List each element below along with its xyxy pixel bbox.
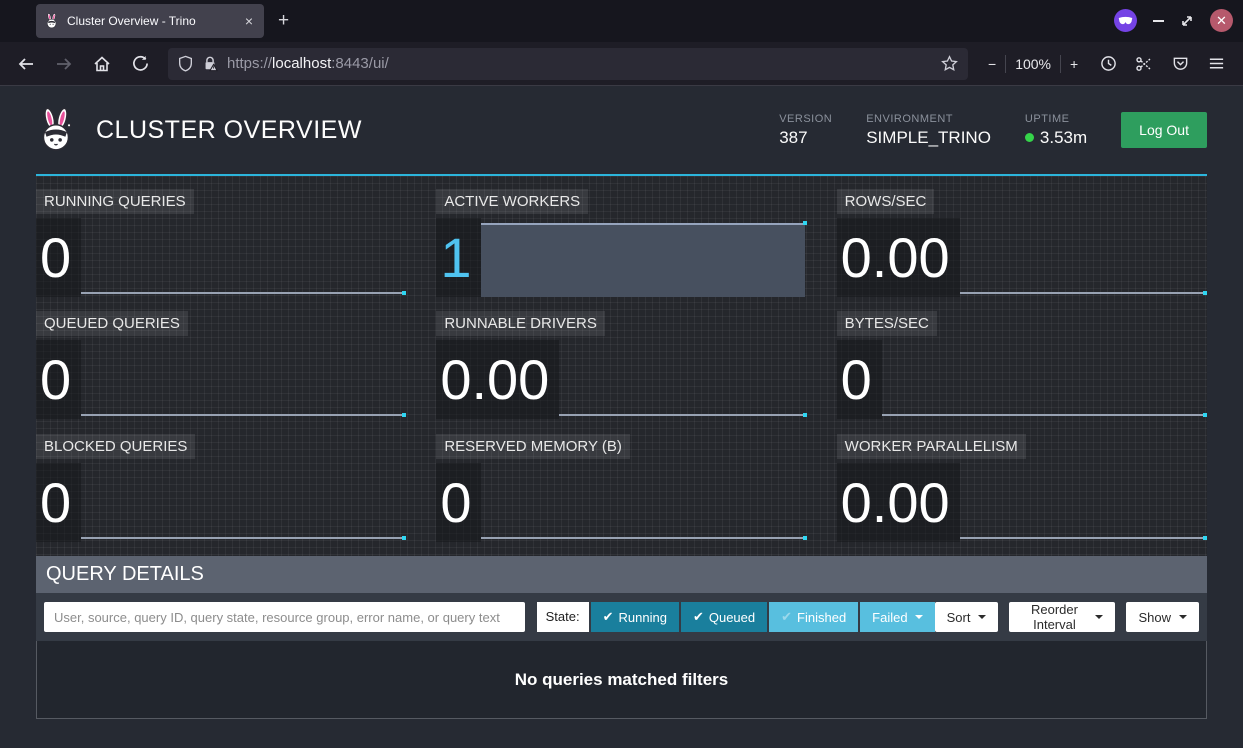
state-filter-running[interactable]: ✔ Running	[591, 602, 679, 632]
logout-button[interactable]: Log Out	[1121, 112, 1207, 148]
check-icon: ✔	[781, 609, 792, 625]
history-clock-icon[interactable]	[1092, 48, 1124, 80]
sparkline-active-workers	[481, 218, 806, 297]
check-icon: ✔	[603, 609, 614, 625]
version-label: VERSION	[779, 113, 832, 125]
tab-title: Cluster Overview - Trino	[67, 14, 242, 28]
stat-worker-parallelism: WORKER PARALLELISM 0.00	[837, 434, 1207, 542]
forward-icon[interactable]	[48, 48, 80, 80]
query-details-section: QUERY DETAILS State: ✔ Running ✔ Queued …	[36, 556, 1207, 719]
query-toolbar: State: ✔ Running ✔ Queued ✔ Finished Fai…	[36, 593, 1207, 641]
sparkline-blocked-queries	[81, 463, 406, 542]
state-filter-group: State: ✔ Running ✔ Queued ✔ Finished Fai…	[537, 602, 935, 632]
uptime-label: UPTIME	[1025, 113, 1087, 125]
caret-down-icon	[1095, 615, 1103, 619]
check-icon: ✔	[693, 609, 704, 625]
stat-running-queries: RUNNING QUERIES 0	[36, 189, 406, 297]
shield-icon[interactable]	[178, 55, 193, 72]
reorder-interval-dropdown[interactable]: Reorder Interval	[1009, 602, 1115, 632]
browser-navbar: https://localhost:8443/ui/ − 100% +	[0, 42, 1243, 86]
sparkline-bytes-per-sec	[882, 340, 1207, 419]
sparkline-running-queries	[81, 218, 406, 297]
stat-reserved-memory: RESERVED MEMORY (B) 0	[436, 434, 806, 542]
caret-down-icon	[1179, 615, 1187, 619]
query-search-input[interactable]	[44, 602, 525, 632]
caret-down-icon	[915, 615, 923, 619]
caret-down-icon	[978, 615, 986, 619]
sparkline-reserved-memory	[481, 463, 806, 542]
state-filter-queued[interactable]: ✔ Queued	[681, 602, 767, 632]
stat-queued-queries: QUEUED QUERIES 0	[36, 311, 406, 419]
minimize-button[interactable]	[1153, 20, 1164, 22]
url-bar[interactable]: https://localhost:8443/ui/	[168, 48, 968, 80]
lock-warning-icon[interactable]	[202, 55, 218, 72]
close-window-button[interactable]: ✕	[1210, 9, 1233, 32]
private-browsing-icon	[1114, 9, 1137, 32]
trino-cluster-overview-page: CLUSTER OVERVIEW VERSION 387 ENVIRONMENT…	[0, 86, 1243, 748]
stat-bytes-per-sec: BYTES/SEC 0	[837, 311, 1207, 419]
version-value: 387	[779, 128, 832, 148]
reload-icon[interactable]	[124, 48, 156, 80]
sparkline-runnable-drivers	[559, 340, 806, 419]
new-tab-button[interactable]: +	[278, 10, 289, 32]
screenshot-scissors-icon[interactable]	[1128, 48, 1160, 80]
restore-button[interactable]	[1180, 14, 1194, 28]
environment-label: ENVIRONMENT	[866, 113, 991, 125]
tab-close-icon[interactable]: ×	[242, 13, 256, 29]
sparkline-rows-per-sec	[960, 218, 1207, 297]
uptime-value: 3.53m	[1025, 128, 1087, 148]
state-filter-failed-dropdown[interactable]: Failed	[860, 602, 934, 632]
stat-rows-per-sec: ROWS/SEC 0.00	[837, 189, 1207, 297]
browser-tab[interactable]: Cluster Overview - Trino ×	[36, 4, 264, 38]
stat-active-workers: ACTIVE WORKERS 1	[436, 189, 806, 297]
show-dropdown[interactable]: Show	[1126, 602, 1199, 632]
empty-queries-message: No queries matched filters	[515, 670, 729, 690]
uptime-status-dot	[1025, 133, 1034, 142]
zoom-level[interactable]: 100%	[1015, 56, 1051, 72]
state-filter-label: State:	[537, 602, 589, 632]
sparkline-worker-parallelism	[960, 463, 1207, 542]
environment-value: SIMPLE_TRINO	[866, 128, 991, 148]
browser-tabstrip: Cluster Overview - Trino × + ✕	[0, 0, 1243, 42]
query-list-area: No queries matched filters	[36, 641, 1207, 719]
zoom-in-button[interactable]: +	[1070, 56, 1078, 72]
home-icon[interactable]	[86, 48, 118, 80]
bookmark-star-icon[interactable]	[941, 55, 958, 72]
back-icon[interactable]	[10, 48, 42, 80]
sparkline-queued-queries	[81, 340, 406, 419]
state-filter-finished[interactable]: ✔ Finished	[769, 602, 858, 632]
stat-blocked-queries: BLOCKED QUERIES 0	[36, 434, 406, 542]
active-workers-link[interactable]: 1	[436, 218, 481, 297]
query-details-title: QUERY DETAILS	[46, 563, 204, 586]
zoom-out-button[interactable]: −	[988, 56, 996, 72]
trino-favicon	[44, 13, 60, 29]
menu-hamburger-icon[interactable]	[1200, 48, 1232, 80]
page-title: CLUSTER OVERVIEW	[96, 116, 362, 145]
pocket-icon[interactable]	[1164, 48, 1196, 80]
trino-bunny-logo	[36, 107, 78, 153]
url-text: https://localhost:8443/ui/	[227, 55, 941, 72]
sort-dropdown[interactable]: Sort	[935, 602, 999, 632]
stat-runnable-drivers: RUNNABLE DRIVERS 0.00	[436, 311, 806, 419]
cluster-stats-grid: RUNNING QUERIES 0 ACTIVE WORKERS 1 ROWS/…	[36, 176, 1207, 556]
